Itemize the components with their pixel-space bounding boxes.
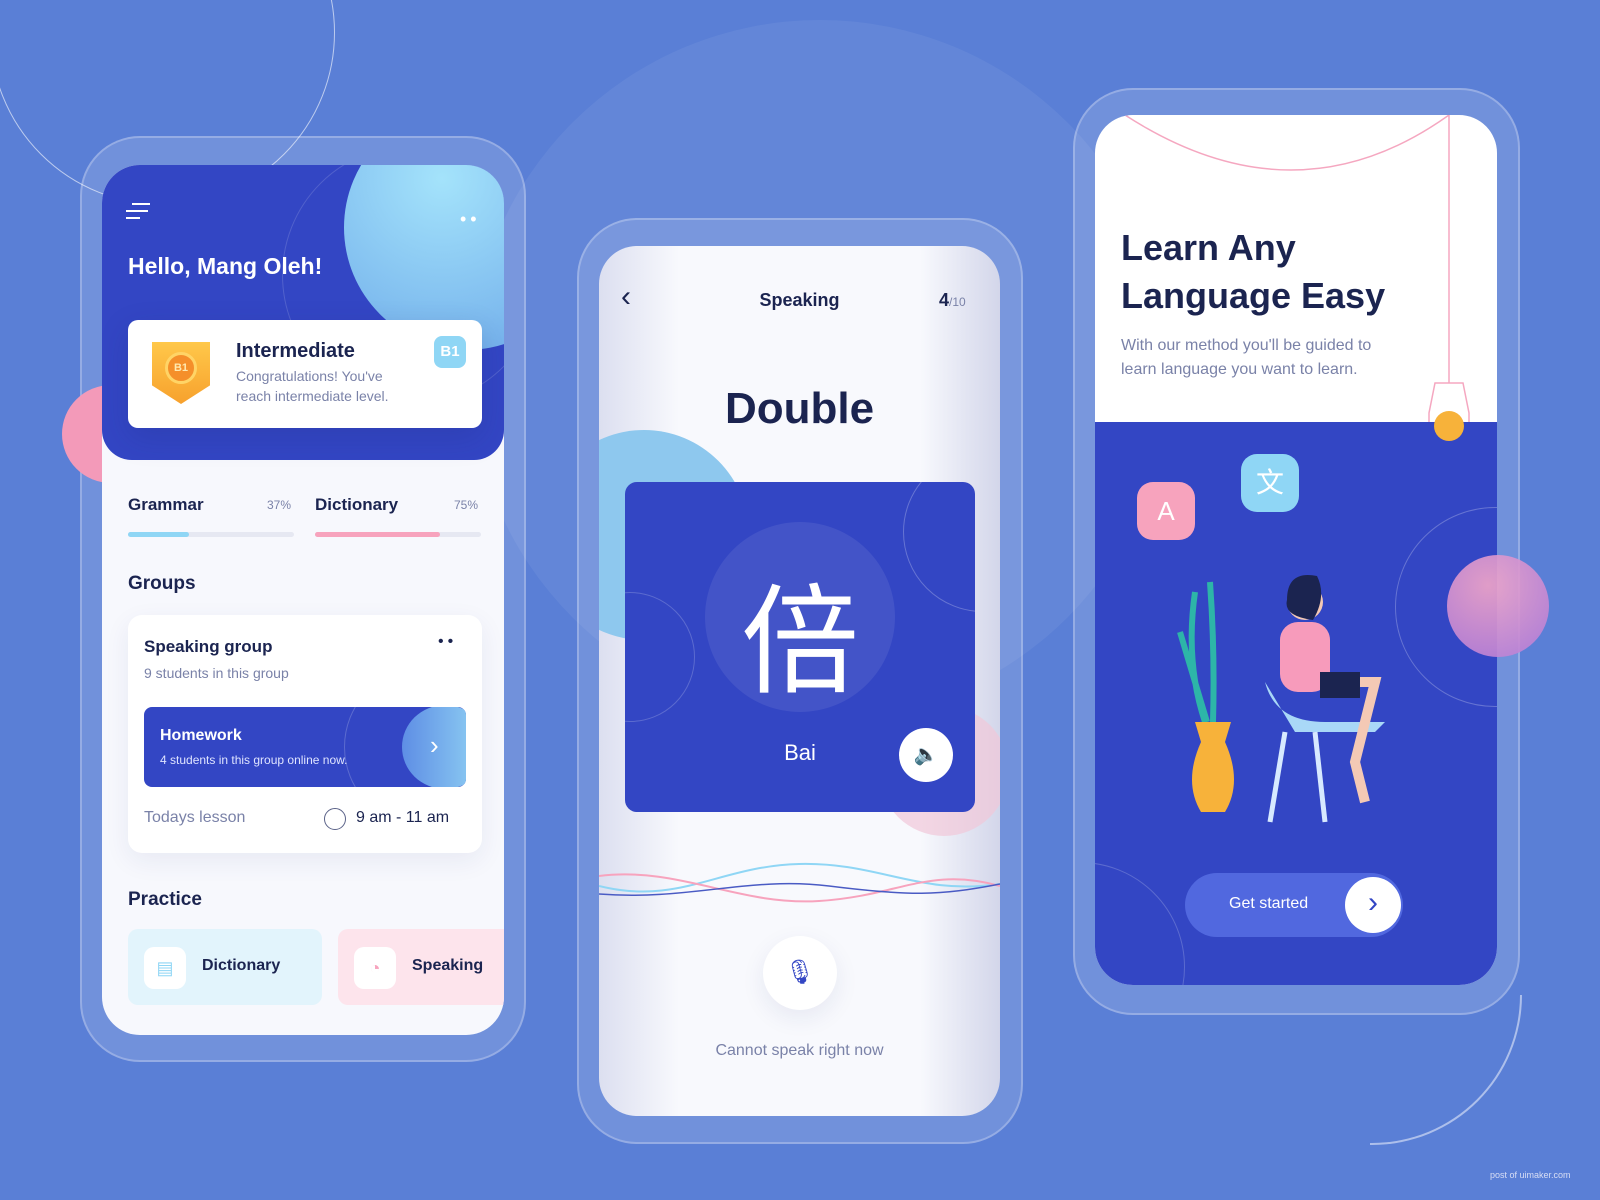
- book-icon: ▤: [144, 947, 186, 989]
- greeting: Hello, Mang Oleh!: [128, 253, 323, 279]
- level-desc-1: Congratulations! You've: [236, 368, 383, 384]
- watermark: post of uimaker.com: [1490, 1170, 1571, 1180]
- grammar-label: Grammar: [128, 495, 204, 514]
- onboarding-title-2: Language Easy: [1121, 275, 1386, 316]
- practice-dictionary-label: Dictionary: [202, 957, 281, 974]
- practice-speaking[interactable]: ◔ Speaking: [338, 929, 504, 1005]
- progress-fill: [315, 532, 440, 537]
- medal-icon: B1: [152, 342, 210, 404]
- lesson-time: 9 am - 11 am: [356, 809, 450, 826]
- lamp-bulb: [1434, 411, 1464, 441]
- dictionary-progress-bar: [315, 532, 481, 537]
- grammar-progress-bar: [128, 532, 294, 537]
- onboarding-sub-2: learn language you want to learn.: [1121, 361, 1358, 378]
- onboarding-sub-1: With our method you'll be guided to: [1121, 337, 1372, 354]
- menu-icon[interactable]: [126, 203, 150, 221]
- onboarding-screen: Learn Any Language Easy With our method …: [1095, 115, 1497, 985]
- dictionary-percent: 75%: [454, 498, 479, 512]
- home-screen: •• Hello, Mang Oleh! B1 Intermediate Con…: [102, 165, 504, 1035]
- more-dots-icon[interactable]: ••: [460, 209, 481, 230]
- counter-current: 4: [939, 290, 950, 310]
- medal-label: B1: [165, 352, 197, 384]
- group-subtitle: 9 students in this group: [144, 665, 289, 681]
- level-card[interactable]: B1 Intermediate Congratulations! You've …: [128, 320, 482, 428]
- onboarding-title-1: Learn Any: [1121, 227, 1296, 268]
- cannot-speak-link[interactable]: Cannot speak right now: [599, 1042, 1000, 1060]
- practice-dictionary[interactable]: ▤ Dictionary: [128, 929, 322, 1005]
- level-title: Intermediate: [236, 340, 355, 362]
- practice-speaking-label: Speaking: [412, 957, 484, 974]
- groups-title: Groups: [128, 573, 196, 594]
- speaking-screen: ‹ Speaking 4/10 Double 倍 Bai 🔈 🎙 Cannot …: [599, 246, 1000, 1116]
- homework-banner[interactable]: Homework 4 students in this group online…: [144, 707, 466, 787]
- progress-fill: [128, 532, 190, 537]
- woman-illustration: [1177, 575, 1385, 823]
- practice-title: Practice: [128, 889, 202, 910]
- word: Double: [724, 384, 875, 433]
- clock-icon: [324, 808, 346, 830]
- speaking-icon: ◔: [354, 947, 396, 989]
- chinese-character: 倍: [740, 573, 859, 711]
- counter-total: /10: [949, 295, 966, 309]
- panel-circle-outline-2: [1095, 862, 1185, 985]
- speaker-icon[interactable]: 🔈: [899, 728, 953, 782]
- level-desc-2: reach intermediate level.: [236, 388, 389, 404]
- wave-pink: [599, 873, 1000, 903]
- group-card[interactable]: Speaking group •• 9 students in this gro…: [128, 615, 482, 853]
- bubble-a: A: [1137, 482, 1195, 540]
- voice-waveform: [599, 862, 1000, 903]
- question-counter: 4/10: [939, 290, 966, 311]
- lesson-label: Todays lesson: [144, 809, 246, 826]
- character-card: 倍 Bai 🔈: [625, 482, 975, 812]
- grammar-percent: 37%: [267, 498, 292, 512]
- bg-quarter-outline: [1370, 995, 1522, 1145]
- bubble-translate: 文: [1241, 454, 1299, 512]
- homework-subtitle: 4 students in this group online now.: [160, 753, 348, 767]
- pink-purple-blob: [1447, 555, 1549, 657]
- microphone-button[interactable]: 🎙: [763, 936, 837, 1010]
- get-started-button[interactable]: Get started ›: [1185, 873, 1403, 937]
- arrow-right-icon: ›: [1345, 877, 1401, 933]
- dictionary-label: Dictionary: [315, 495, 399, 514]
- get-started-label: Get started: [1229, 895, 1309, 912]
- level-badge: B1: [434, 336, 466, 368]
- homework-title: Homework: [160, 727, 242, 744]
- group-more-icon[interactable]: ••: [438, 633, 457, 651]
- group-name: Speaking group: [144, 637, 273, 656]
